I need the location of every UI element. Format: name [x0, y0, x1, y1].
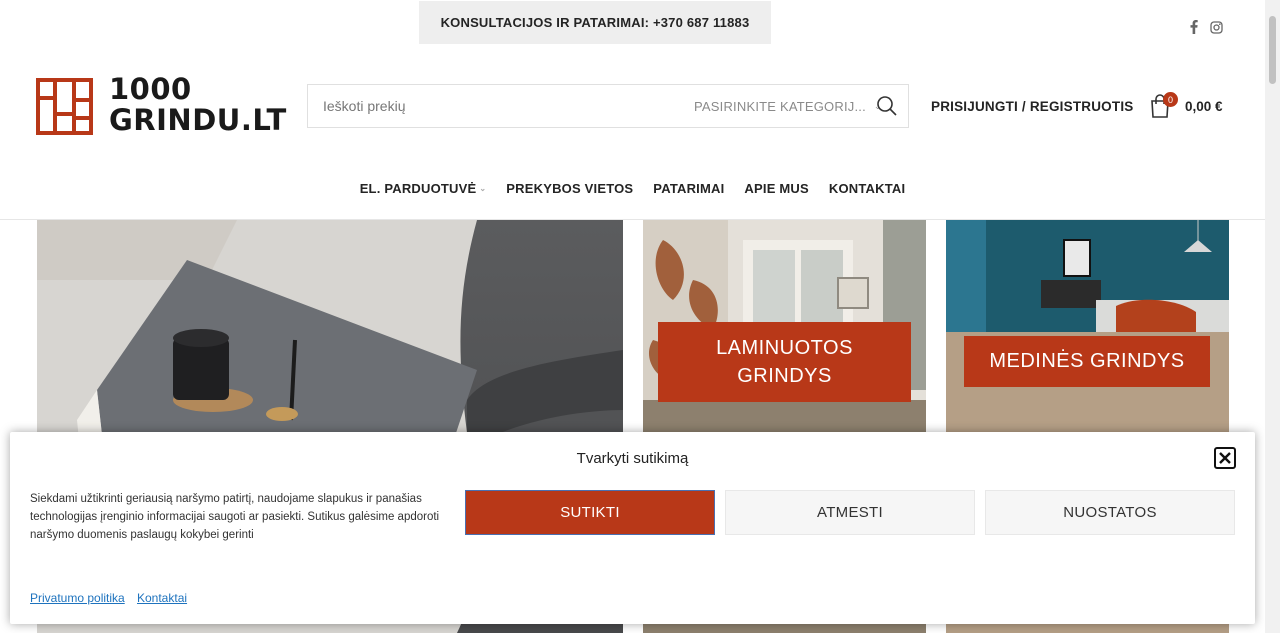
- nav-item-shop[interactable]: EL. PARDUOTUVĖ ⌄: [350, 170, 497, 206]
- consent-description: Siekdami užtikrinti geriausią naršymo pa…: [30, 493, 440, 541]
- nav-item-about[interactable]: APIE MUS: [734, 170, 818, 206]
- deny-button[interactable]: ATMESTI: [725, 490, 975, 535]
- nav-item-contacts[interactable]: KONTAKTAI: [819, 170, 915, 206]
- consultation-phone-banner[interactable]: KONSULTACIJOS IR PATARIMAI: +370 687 118…: [419, 1, 771, 44]
- instagram-icon[interactable]: [1208, 18, 1224, 36]
- category-select-label: PASIRINKITE KATEGORIJ...: [694, 98, 866, 114]
- nav-item-tips[interactable]: PATARIMAI: [643, 170, 734, 206]
- preferences-button[interactable]: NUOSTATOS: [985, 490, 1235, 535]
- facebook-icon[interactable]: [1186, 18, 1202, 36]
- top-bar: KONSULTACIJOS IR PATARIMAI: +370 687 118…: [0, 0, 1265, 50]
- chevron-down-icon: ⌄: [479, 183, 487, 193]
- laminated-floors-label[interactable]: LAMINUOTOS GRINDYS: [658, 322, 911, 402]
- search-icon[interactable]: [876, 95, 898, 117]
- cookie-consent-dialog: Tvarkyti sutikimą Siekdami užtikrinti ge…: [10, 432, 1255, 624]
- laminated-label-line-1: LAMINUOTOS: [716, 337, 853, 359]
- main-nav: EL. PARDUOTUVĖ ⌄ PREKYBOS VIETOS PATARIM…: [0, 170, 1265, 206]
- search-input[interactable]: [323, 85, 673, 127]
- scrollbar-thumb[interactable]: [1269, 16, 1276, 84]
- contacts-link[interactable]: Kontaktai: [137, 591, 187, 605]
- cart-count-badge: 0: [1163, 92, 1178, 107]
- consent-title: Tvarkyti sutikimą: [576, 450, 689, 467]
- page-scrollbar[interactable]: [1265, 0, 1280, 633]
- logo-line-2: GRINDU.LT: [109, 103, 287, 137]
- logo-line-1: 1000: [109, 72, 192, 106]
- nav-item-stores[interactable]: PREKYBOS VIETOS: [496, 170, 643, 206]
- accept-button[interactable]: SUTIKTI: [465, 490, 715, 535]
- wooden-floors-label[interactable]: MEDINĖS GRINDYS: [964, 336, 1210, 387]
- privacy-policy-link[interactable]: Privatumo politika: [30, 591, 125, 605]
- search-form: PASIRINKITE KATEGORIJ... ⌄: [307, 84, 909, 128]
- close-icon[interactable]: [1214, 447, 1236, 469]
- category-select[interactable]: PASIRINKITE KATEGORIJ... ⌄: [694, 85, 882, 127]
- laminated-label-line-2: GRINDYS: [737, 365, 832, 387]
- logo-mark-icon: [36, 78, 93, 135]
- logo-text: 1000 GRINDU.LT: [109, 74, 287, 136]
- site-logo[interactable]: 1000 GRINDU.LT: [36, 74, 288, 138]
- cart-total[interactable]: 0,00 €: [1185, 99, 1223, 114]
- nav-item-label: EL. PARDUOTUVĖ: [359, 180, 477, 196]
- login-register-link[interactable]: PRISIJUNGTI / REGISTRUOTIS: [931, 99, 1133, 114]
